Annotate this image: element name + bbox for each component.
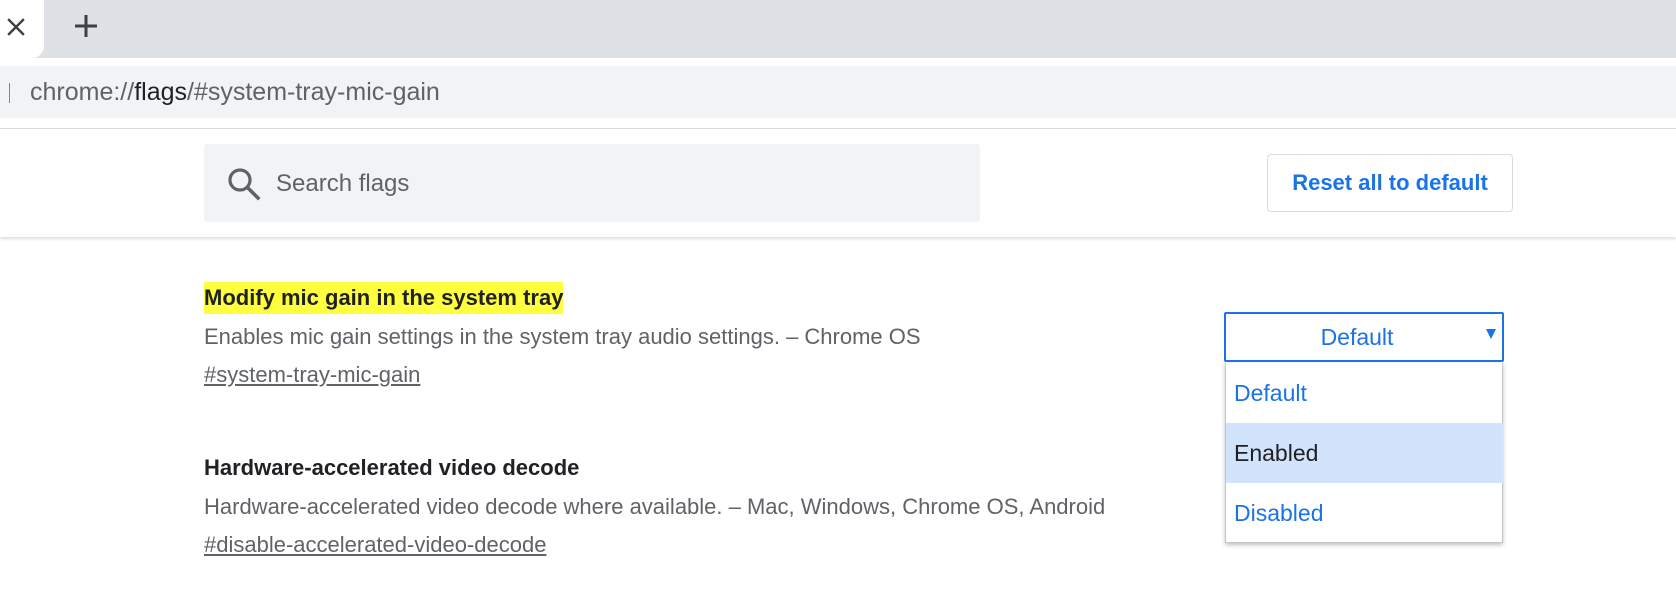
experiment-title: Hardware-accelerated video decode	[204, 455, 580, 480]
experiment-description: Hardware-accelerated video decode where …	[204, 494, 1106, 519]
search-box[interactable]	[204, 144, 980, 222]
url-text[interactable]: chrome://flags/#system-tray-mic-gain	[30, 77, 440, 107]
browser-toolbar: chrome://flags/#system-tray-mic-gain	[0, 58, 1676, 129]
experiment-permalink[interactable]: #disable-accelerated-video-decode	[204, 530, 546, 560]
close-icon[interactable]	[4, 14, 28, 40]
address-bar[interactable]: chrome://flags/#system-tray-mic-gain	[0, 66, 1676, 118]
option-enabled[interactable]: Enabled	[1226, 423, 1503, 483]
tab-strip	[0, 0, 1676, 58]
flags-header: Reset all to default	[0, 129, 1676, 237]
experiment-title: Modify mic gain in the system tray	[204, 282, 564, 314]
select-current-value: Default	[1320, 324, 1394, 350]
url-host: flags	[134, 78, 188, 106]
experiment-description: Enables mic gain settings in the system …	[204, 324, 921, 349]
url-path: /#system-tray-mic-gain	[187, 78, 440, 106]
reset-all-button[interactable]: Reset all to default	[1267, 154, 1513, 212]
url-scheme: chrome://	[30, 78, 135, 106]
option-disabled[interactable]: Disabled	[1226, 483, 1503, 543]
option-default[interactable]: Default	[1226, 363, 1503, 423]
experiment-permalink[interactable]: #system-tray-mic-gain	[204, 360, 420, 390]
experiment-state-select[interactable]: Default	[1224, 312, 1504, 362]
search-icon	[226, 166, 262, 202]
search-input[interactable]	[274, 163, 968, 205]
plus-icon[interactable]	[70, 10, 102, 42]
select-dropdown-list: Default Enabled Disabled	[1225, 363, 1503, 543]
dropdown-arrow-icon	[1486, 329, 1496, 339]
omnibox-divider	[9, 83, 10, 103]
active-tab[interactable]	[0, 0, 44, 58]
